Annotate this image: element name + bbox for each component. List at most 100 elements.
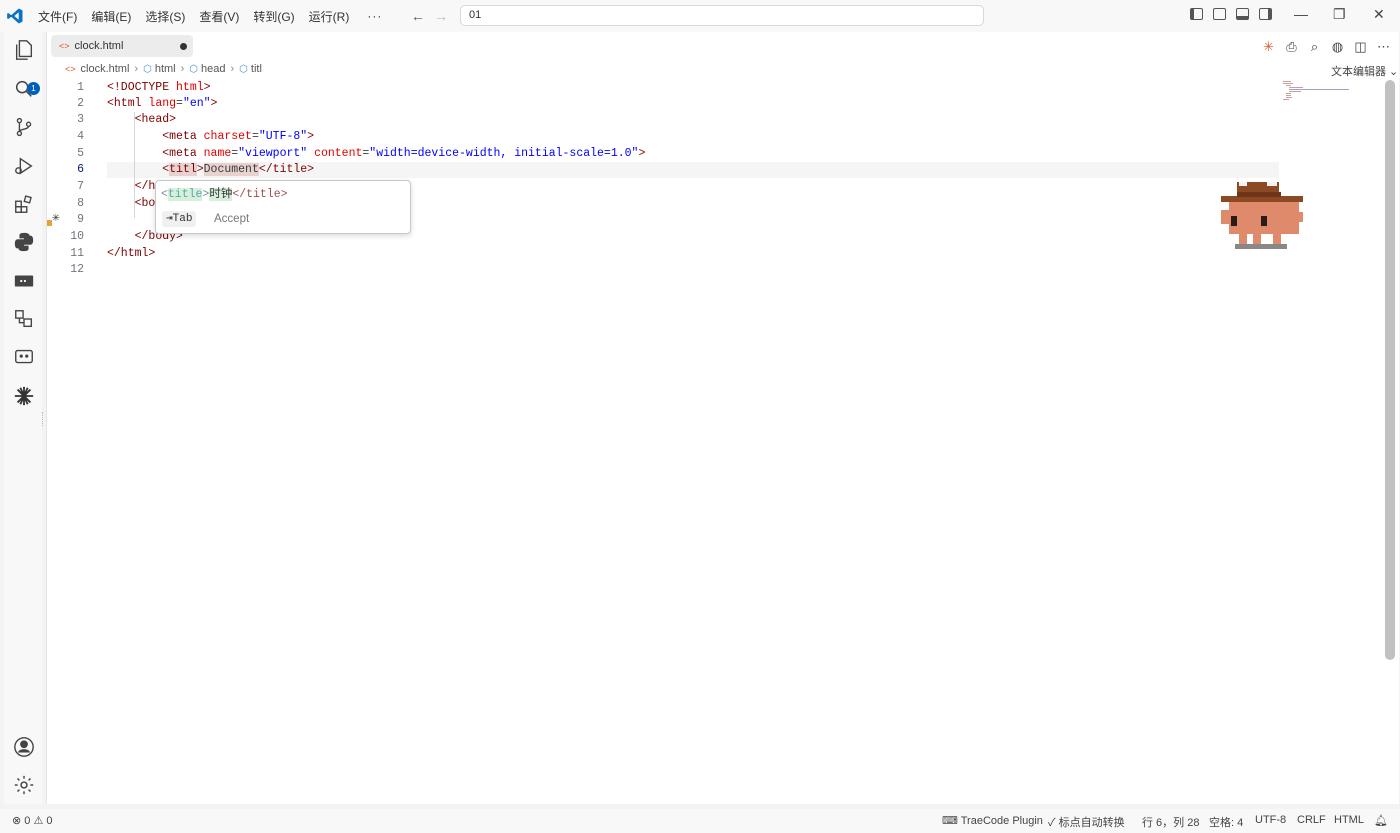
- code-line: <titl>Document</title>: [162, 163, 315, 176]
- language-mode[interactable]: HTML: [1334, 814, 1364, 826]
- element-icon: ⬡: [143, 63, 152, 75]
- editor-actions: ✳ ⎙ ⌕ ◍ ◫ ⋯: [1261, 39, 1399, 55]
- line-ending[interactable]: CRLF: [1297, 814, 1326, 826]
- accept-button[interactable]: Accept: [214, 211, 249, 227]
- status-bar: ⊗ 0 ⚠ 0 ⌨ TraeCode Plugin ✓ 标点自动转换 行 6，列…: [0, 809, 1400, 833]
- code-line: <head>: [134, 113, 177, 126]
- cowboy-pig-pet-icon[interactable]: [1217, 182, 1307, 257]
- print-icon[interactable]: ⎙: [1284, 39, 1299, 55]
- restore-icon[interactable]: ❐: [1333, 6, 1346, 23]
- notifications-bell-icon[interactable]: 🔔︎: [1374, 814, 1388, 827]
- run-debug-icon[interactable]: [13, 155, 35, 177]
- python-icon[interactable]: [13, 231, 35, 253]
- claude-spark-icon[interactable]: ✳: [1261, 39, 1276, 55]
- menu-edit[interactable]: 编辑(E): [91, 8, 131, 25]
- breadcrumb-html[interactable]: html: [155, 63, 176, 75]
- code-line: <meta name="viewport" content="width=dev…: [162, 147, 646, 160]
- vertical-scrollbar[interactable]: [1385, 80, 1395, 660]
- account-icon[interactable]: [13, 736, 35, 758]
- menu-go[interactable]: 转到(G): [253, 8, 294, 25]
- preview-search-icon[interactable]: ⌕: [1307, 39, 1322, 55]
- element-icon: ⬡: [239, 63, 248, 75]
- traecode-plugin-item[interactable]: ⌨ TraeCode Plugin: [942, 814, 1043, 827]
- element-icon: ⬡: [189, 63, 199, 75]
- toggle-panel-icon[interactable]: [1236, 8, 1249, 20]
- code-line: <html lang="en">: [107, 97, 218, 110]
- indentation[interactable]: 空格: 4: [1209, 814, 1243, 830]
- breadcrumb-head[interactable]: head: [201, 63, 225, 75]
- code-line: <bo: [134, 197, 156, 210]
- minimize-icon[interactable]: —: [1294, 6, 1308, 22]
- suggestion-open: <: [161, 188, 168, 201]
- line-number-current: 6: [77, 163, 84, 176]
- chevron-right-icon: ›: [134, 63, 139, 75]
- warning-count: 0: [46, 815, 53, 827]
- explorer-icon[interactable]: [13, 39, 35, 61]
- line-number: 1: [77, 81, 84, 94]
- menu-selection[interactable]: 选择(S): [145, 8, 185, 25]
- customize-layout-icon[interactable]: [1213, 8, 1226, 20]
- code-line: <meta charset="UTF-8">: [162, 130, 315, 143]
- explorer-badge: 1: [27, 82, 40, 95]
- testing-icon[interactable]: [13, 308, 35, 330]
- encoding[interactable]: UTF-8: [1255, 814, 1286, 826]
- back-arrow-icon[interactable]: ←: [411, 8, 425, 24]
- code-line: <!DOCTYPE html>: [107, 81, 211, 94]
- menu-bar: 文件(F) 编辑(E) 选择(S) 查看(V) 转到(G) 运行(R) ···: [38, 0, 396, 32]
- suggestion-text: <title>时钟</title>: [161, 185, 288, 201]
- claude-icon[interactable]: [13, 385, 35, 407]
- check-icon: ✓: [1048, 817, 1056, 829]
- chevron-right-icon: ›: [230, 63, 235, 75]
- text-editor-mode-dropdown[interactable]: 文本编辑器 ⌄: [1331, 63, 1398, 79]
- command-center-search[interactable]: 01: [460, 5, 984, 26]
- line-number: 9: [77, 213, 84, 226]
- breadcrumb: <> clock.html › ⬡ html › ⬡ head › ⬡ titl: [65, 63, 262, 75]
- code-line: </h: [134, 180, 156, 193]
- title-bar: 文件(F) 编辑(E) 选择(S) 查看(V) 转到(G) 运行(R) ··· …: [0, 0, 1400, 32]
- menu-view[interactable]: 查看(V): [199, 8, 239, 25]
- globe-icon[interactable]: ◍: [1330, 39, 1345, 55]
- forward-arrow-icon[interactable]: →: [434, 8, 448, 24]
- suggestion-end: </title>: [232, 188, 288, 201]
- minimap[interactable]: [1283, 80, 1353, 102]
- breadcrumb-file[interactable]: clock.html: [81, 63, 130, 75]
- tab-key-hint[interactable]: ⇥Tab: [162, 211, 197, 227]
- activity-bar: 1: [4, 32, 42, 804]
- menu-run[interactable]: 运行(R): [309, 8, 350, 25]
- toggle-secondary-sidebar-icon[interactable]: [1259, 8, 1272, 20]
- line-number: 7: [77, 180, 84, 193]
- settings-gear-icon[interactable]: [13, 774, 35, 796]
- line-number: 12: [70, 263, 84, 276]
- remote-explorer-icon[interactable]: [13, 270, 35, 292]
- code-line: </html>: [107, 247, 156, 260]
- plugin-label: TraeCode Plugin: [960, 815, 1043, 827]
- layout-controls: [1190, 8, 1282, 20]
- line-number: 3: [77, 113, 84, 126]
- line-number: 2: [77, 97, 84, 110]
- line-number: 10: [70, 230, 84, 243]
- more-actions-icon[interactable]: ⋯: [1376, 39, 1391, 55]
- split-editor-icon[interactable]: ◫: [1353, 39, 1368, 55]
- breadcrumb-titl[interactable]: titl: [251, 63, 262, 75]
- html-file-icon: <>: [65, 64, 76, 74]
- vscode-logo-icon[interactable]: [6, 7, 24, 25]
- extensions-icon[interactable]: [13, 193, 35, 215]
- unsaved-dot-icon[interactable]: [180, 43, 187, 50]
- menu-more-icon[interactable]: ···: [367, 9, 382, 23]
- source-control-icon[interactable]: [13, 116, 35, 138]
- suggestion-value: 时钟: [209, 188, 233, 201]
- autoconvert-label: 标点自动转换: [1058, 817, 1125, 829]
- line-number: 5: [77, 147, 84, 160]
- inline-suggestion-widget[interactable]: <title>时钟</title> ⇥Tab Accept: [155, 180, 411, 234]
- close-icon[interactable]: ✕: [1373, 6, 1385, 23]
- cursor-position[interactable]: 行 6，列 28: [1142, 814, 1199, 830]
- error-count: 0: [24, 815, 31, 827]
- toggle-primary-sidebar-icon[interactable]: [1190, 8, 1203, 20]
- editor-mode-label: 文本编辑器: [1331, 66, 1386, 78]
- menu-file[interactable]: 文件(F): [38, 8, 77, 25]
- chat-icon[interactable]: [13, 346, 35, 368]
- tab-filename: clock.html: [74, 40, 124, 52]
- auto-convert-item[interactable]: ✓ 标点自动转换: [1048, 814, 1125, 830]
- editor-tab-clock-html[interactable]: <> clock.html: [51, 35, 193, 57]
- problems-indicator[interactable]: ⊗ 0 ⚠ 0: [12, 814, 53, 827]
